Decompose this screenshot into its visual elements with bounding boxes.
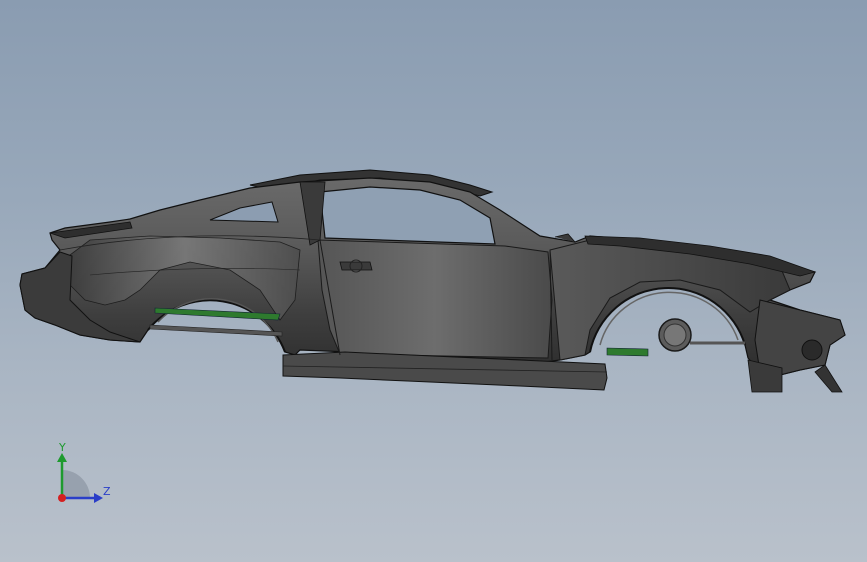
triad-origin <box>58 494 66 502</box>
y-axis-arrow <box>57 453 67 462</box>
front-underbody-rail <box>606 347 649 357</box>
fog-light <box>801 339 823 361</box>
z-axis-arrow <box>94 493 103 503</box>
front-bumper <box>754 299 846 376</box>
car-body-model[interactable] <box>0 0 867 562</box>
y-axis-label: Y <box>59 441 66 454</box>
door-panel <box>317 239 553 359</box>
graphics-viewport[interactable]: Y Z <box>0 0 867 562</box>
triad-plane-shade <box>62 470 90 498</box>
coordinate-triad: Y Z <box>40 440 120 510</box>
front-splitter <box>814 364 843 393</box>
rear-sill-rail <box>149 324 283 337</box>
door-handle <box>339 261 373 271</box>
z-axis-label: Z <box>103 485 111 498</box>
triad-graphic <box>57 453 103 503</box>
